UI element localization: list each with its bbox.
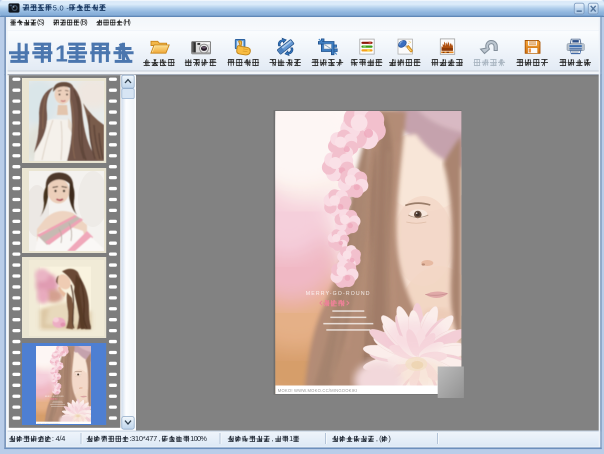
svg-text:): ) (388, 434, 390, 443)
svg-text:1: 1 (289, 434, 293, 443)
svg-text:(S): (S) (37, 18, 45, 27)
svg-text:100%: 100% (190, 434, 207, 443)
svg-text:(H): (H) (123, 18, 131, 27)
svg-text::310*477: :310*477 (129, 434, 157, 443)
svg-text:5.0 -: 5.0 - (53, 3, 70, 12)
svg-text:1: 1 (55, 40, 68, 66)
svg-text:: 4/4: : 4/4 (52, 434, 65, 443)
svg-text:(B): (B) (80, 18, 88, 27)
